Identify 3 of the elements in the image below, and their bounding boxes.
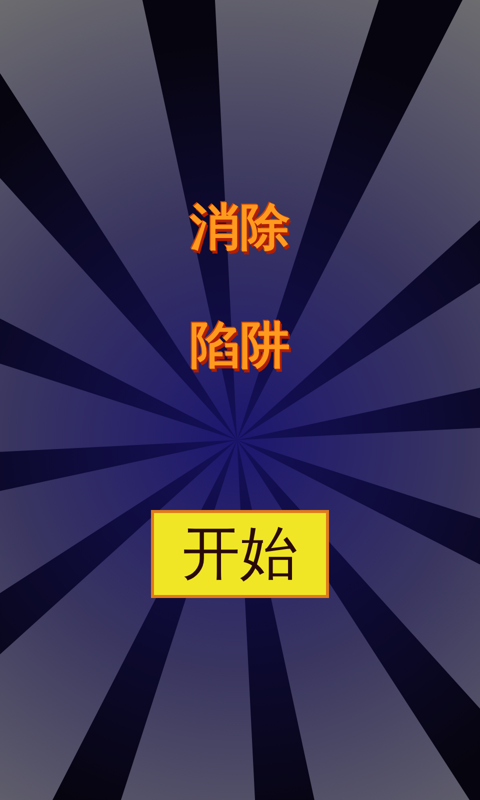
start-button[interactable]: 开始 xyxy=(151,510,329,598)
game-title: 消除 xyxy=(190,197,290,258)
game-title: 陷阱 xyxy=(190,315,290,376)
